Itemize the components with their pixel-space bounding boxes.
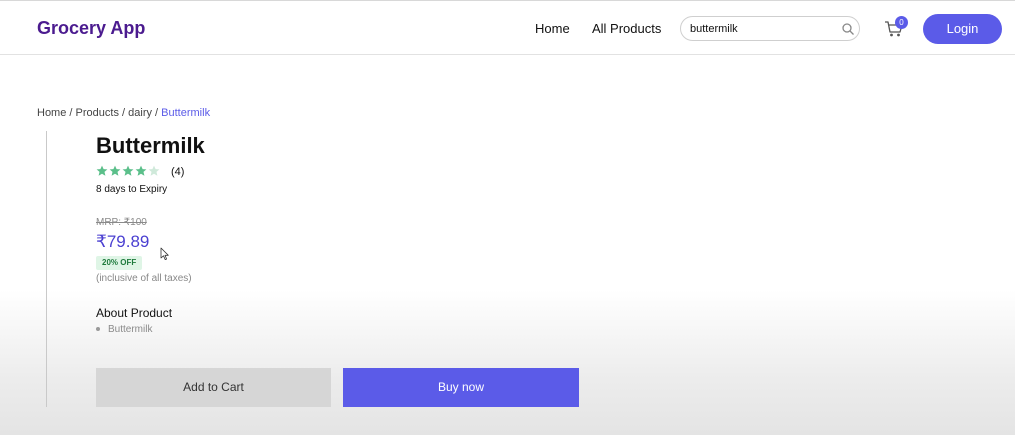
breadcrumb-category[interactable]: dairy	[128, 107, 152, 119]
breadcrumb-products[interactable]: Products	[76, 107, 119, 119]
star-empty-icon	[148, 165, 160, 176]
login-button[interactable]: Login	[923, 14, 1002, 44]
rating-count: (4)	[171, 166, 185, 178]
star-filled-icon	[96, 165, 108, 176]
about-product-heading: About Product	[96, 306, 173, 320]
search-input[interactable]	[690, 22, 830, 36]
breadcrumb-current: Buttermilk	[161, 107, 211, 119]
star-filled-icon	[109, 165, 121, 176]
breadcrumb-separator: /	[122, 107, 126, 119]
breadcrumb-home[interactable]: Home	[37, 107, 66, 119]
about-item-text: Buttermilk	[108, 324, 153, 335]
tax-note: (inclusive of all taxes)	[96, 273, 192, 284]
breadcrumb-separator: /	[69, 107, 73, 119]
search-icon[interactable]	[841, 22, 855, 36]
search-box	[680, 16, 860, 41]
nav-link-all-products[interactable]: All Products	[592, 21, 661, 36]
expiry-text: 8 days to Expiry	[96, 184, 168, 195]
star-rating	[96, 165, 161, 179]
star-filled-icon	[122, 165, 134, 176]
star-filled-icon	[135, 165, 147, 176]
buy-now-button[interactable]: Buy now	[343, 368, 579, 407]
about-product-item: Buttermilk	[96, 324, 152, 335]
add-to-cart-button[interactable]: Add to Cart	[96, 368, 331, 407]
bullet-icon	[96, 327, 100, 332]
product-title: Buttermilk	[96, 133, 205, 158]
breadcrumb: Home / Products / dairy / Buttermilk	[37, 107, 210, 119]
divider-line	[46, 131, 47, 407]
cart-count-badge: 0	[895, 16, 908, 29]
mouse-pointer-icon	[160, 247, 169, 260]
mrp-price: MRP: ₹100	[96, 217, 147, 228]
nav-link-home[interactable]: Home	[535, 21, 570, 36]
navbar: Grocery App Home All Products 0 Login	[0, 0, 1015, 55]
discount-badge: 20% OFF	[96, 256, 143, 270]
breadcrumb-separator: /	[155, 107, 159, 119]
app-logo[interactable]: Grocery App	[37, 18, 145, 39]
product-price: ₹79.89	[96, 232, 150, 251]
